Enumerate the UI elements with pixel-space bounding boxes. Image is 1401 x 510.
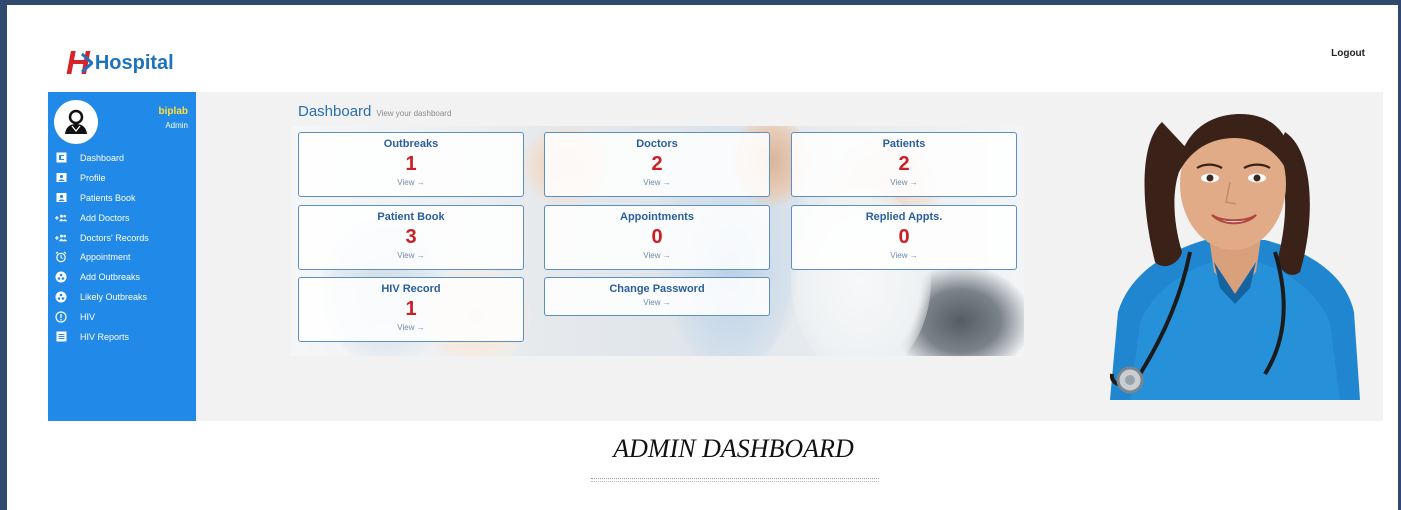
card-count: 1 bbox=[405, 298, 417, 320]
nurse-photo bbox=[1110, 114, 1360, 400]
card-title: Patient Book bbox=[377, 211, 445, 223]
biohazard-icon bbox=[55, 271, 67, 283]
sidebar-item-label: Appointment bbox=[80, 252, 131, 263]
page-frame-top bbox=[0, 0, 1401, 5]
report-list-icon bbox=[55, 331, 67, 343]
avatar[interactable] bbox=[54, 100, 98, 144]
card-title: Appointments bbox=[620, 211, 694, 223]
sidebar-item-label: Dashboard bbox=[80, 152, 125, 163]
sidebar-item-label: Patients Book bbox=[80, 192, 136, 203]
caption-underline bbox=[591, 478, 879, 482]
logo-arrow-icon bbox=[80, 52, 93, 74]
card-doctors[interactable]: Doctors 2 View → bbox=[544, 132, 770, 197]
card-hiv-record[interactable]: HIV Record 1 View → bbox=[298, 277, 524, 342]
sidebar: biplab Admin Dashboard Profile Patients … bbox=[48, 92, 196, 421]
biohazard-icon bbox=[55, 291, 67, 303]
alarm-clock-icon bbox=[55, 251, 67, 263]
card-appointments[interactable]: Appointments 0 View → bbox=[544, 205, 770, 270]
sidebar-item-label: Profile bbox=[80, 172, 106, 183]
app-header: H Hospital Logout bbox=[48, 38, 1383, 92]
card-outbreaks[interactable]: Outbreaks 1 View → bbox=[298, 132, 524, 197]
logout-link[interactable]: Logout bbox=[1331, 48, 1365, 59]
user-box: biplab Admin bbox=[48, 100, 196, 144]
patients-book-icon bbox=[55, 192, 67, 204]
profile-card-icon bbox=[55, 172, 67, 184]
card-count: 1 bbox=[405, 153, 417, 175]
card-count: 2 bbox=[651, 153, 663, 175]
user-role: Admin bbox=[165, 121, 188, 130]
sidebar-item-hiv-reports[interactable]: HIV Reports bbox=[48, 327, 196, 347]
app-screen: H Hospital Logout biplab Admin Dashboard… bbox=[48, 38, 1383, 421]
add-users-icon bbox=[55, 212, 67, 224]
card-title: Outbreaks bbox=[383, 138, 439, 150]
sidebar-menu: Dashboard Profile Patients Book Add Doct… bbox=[48, 148, 196, 347]
sidebar-item-label: Add Doctors bbox=[80, 212, 130, 223]
card-patients[interactable]: Patients 2 View → bbox=[791, 132, 1017, 197]
sidebar-item-profile[interactable]: Profile bbox=[48, 168, 196, 188]
card-view-link[interactable]: View → bbox=[299, 178, 523, 187]
card-replied-appts[interactable]: Replied Appts. 0 View → bbox=[791, 205, 1017, 270]
card-view-link[interactable]: View → bbox=[792, 178, 1016, 187]
sidebar-item-dashboard[interactable]: Dashboard bbox=[48, 148, 196, 168]
sidebar-item-label: HIV Reports bbox=[80, 331, 130, 342]
card-count: 2 bbox=[898, 153, 910, 175]
user-avatar-icon bbox=[65, 109, 87, 134]
sidebar-item-add-doctors[interactable]: Add Doctors bbox=[48, 208, 196, 228]
sidebar-item-label: Likely Outbreaks bbox=[80, 292, 148, 303]
card-view-link[interactable]: View → bbox=[299, 323, 523, 332]
card-title: Patients bbox=[882, 138, 926, 150]
page-title-text: Dashboard bbox=[298, 103, 372, 120]
card-change-password[interactable]: Change Password View → bbox=[544, 277, 770, 316]
logo-text: Hospital bbox=[94, 51, 174, 74]
user-name: biplab bbox=[158, 106, 188, 117]
figure-caption: ADMIN DASHBOARD bbox=[613, 434, 854, 463]
card-view-link[interactable]: View → bbox=[545, 298, 769, 307]
sidebar-item-label: Add Outbreaks bbox=[80, 272, 141, 283]
card-title: Replied Appts. bbox=[865, 211, 943, 223]
card-title: Doctors bbox=[636, 138, 678, 150]
sidebar-item-doctors-records[interactable]: Doctors' Records bbox=[48, 228, 196, 248]
sidebar-item-add-outbreaks[interactable]: Add Outbreaks bbox=[48, 267, 196, 287]
sidebar-item-appointment[interactable]: Appointment bbox=[48, 247, 196, 267]
card-title: Change Password bbox=[609, 283, 705, 295]
card-count: 0 bbox=[651, 226, 663, 248]
card-view-link[interactable]: View → bbox=[792, 251, 1016, 260]
sidebar-item-label: Doctors' Records bbox=[80, 232, 149, 243]
card-view-link[interactable]: View → bbox=[545, 251, 769, 260]
page-subtitle: View your dashboard bbox=[376, 109, 452, 118]
sidebar-item-hiv[interactable]: HIV bbox=[48, 307, 196, 327]
sidebar-item-patients-book[interactable]: Patients Book bbox=[48, 188, 196, 208]
sidebar-item-likely-outbreaks[interactable]: Likely Outbreaks bbox=[48, 287, 196, 307]
card-view-link[interactable]: View → bbox=[299, 251, 523, 260]
info-circle-icon bbox=[55, 311, 67, 323]
users-icon bbox=[55, 232, 67, 244]
dashboard-icon bbox=[55, 152, 67, 164]
card-count: 3 bbox=[405, 226, 417, 248]
card-patient-book[interactable]: Patient Book 3 View → bbox=[298, 205, 524, 270]
card-count: 0 bbox=[898, 226, 910, 248]
sidebar-item-label: HIV bbox=[80, 312, 96, 323]
page-title: Dashboard View your dashboard bbox=[298, 103, 451, 120]
hospital-logo[interactable]: H Hospital bbox=[66, 46, 174, 79]
card-view-link[interactable]: View → bbox=[545, 178, 769, 187]
card-title: HIV Record bbox=[381, 283, 441, 295]
